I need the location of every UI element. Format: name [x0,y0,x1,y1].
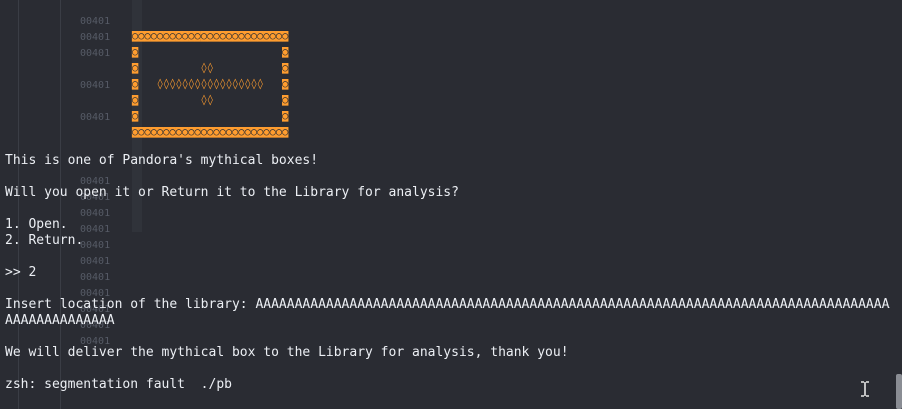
menu-option-open: 1. Open. [5,217,68,232]
background-address: 00401 [80,48,111,59]
insert-location-continuation: AAAAAAAAAAAAAA [5,313,115,328]
background-address: 00401 [80,16,111,27]
background-address: 00401 [80,272,111,283]
box-art-line: ◙◙◙◙◙◙◙◙◙◙◙◙◙◙◙◙◙◙◙◙◙◙◙◙◙ [132,126,289,138]
background-address: 00401 [80,208,111,219]
vertical-scrollbar[interactable] [896,374,902,409]
insert-location-text: Insert location of the library: AAAAAAAA… [5,297,890,312]
terminal-window[interactable]: 00401 00401 00401 00401 00401 00401 0040… [0,0,902,409]
segfault-text: zsh: segmentation fault ./pb [5,377,232,392]
background-address: 00401 [80,32,111,43]
box-art-line: ◙ ◊◊ ◙ [132,62,289,74]
box-art-line: ◙ ◊◊ ◙ [132,94,289,106]
box-art-line: ◙ ◙ [132,110,289,122]
background-address: 00401 [80,112,111,123]
background-address: 00401 [80,240,111,251]
ascii-box-art: ◙◙◙◙◙◙◙◙◙◙◙◙◙◙◙◙◙◙◙◙◙◙◙◙◙ ◙ ◙ ◙ ◊◊ ◙ ◙ ◊… [132,28,288,140]
text-cursor-icon [861,381,869,397]
deliver-text: We will deliver the mythical box to the … [5,345,569,360]
menu-option-return: 2. Return. [5,233,84,248]
background-address: 00401 [80,224,111,235]
box-art-line: ◙ ◊◊◊◊◊◊◊◊◊◊◊◊◊◊◊◊◊ ◙ [132,78,289,90]
question-text: Will you open it or Return it to the Lib… [5,185,459,200]
background-address: 00401 [80,80,111,91]
input-prompt: >> 2 [5,265,37,280]
box-art-line: ◙ ◙ [132,46,289,58]
intro-text: This is one of Pandora's mythical boxes! [5,153,319,168]
box-art-line: ◙◙◙◙◙◙◙◙◙◙◙◙◙◙◙◙◙◙◙◙◙◙◙◙◙ [132,30,289,42]
background-address: 00401 [80,256,111,267]
